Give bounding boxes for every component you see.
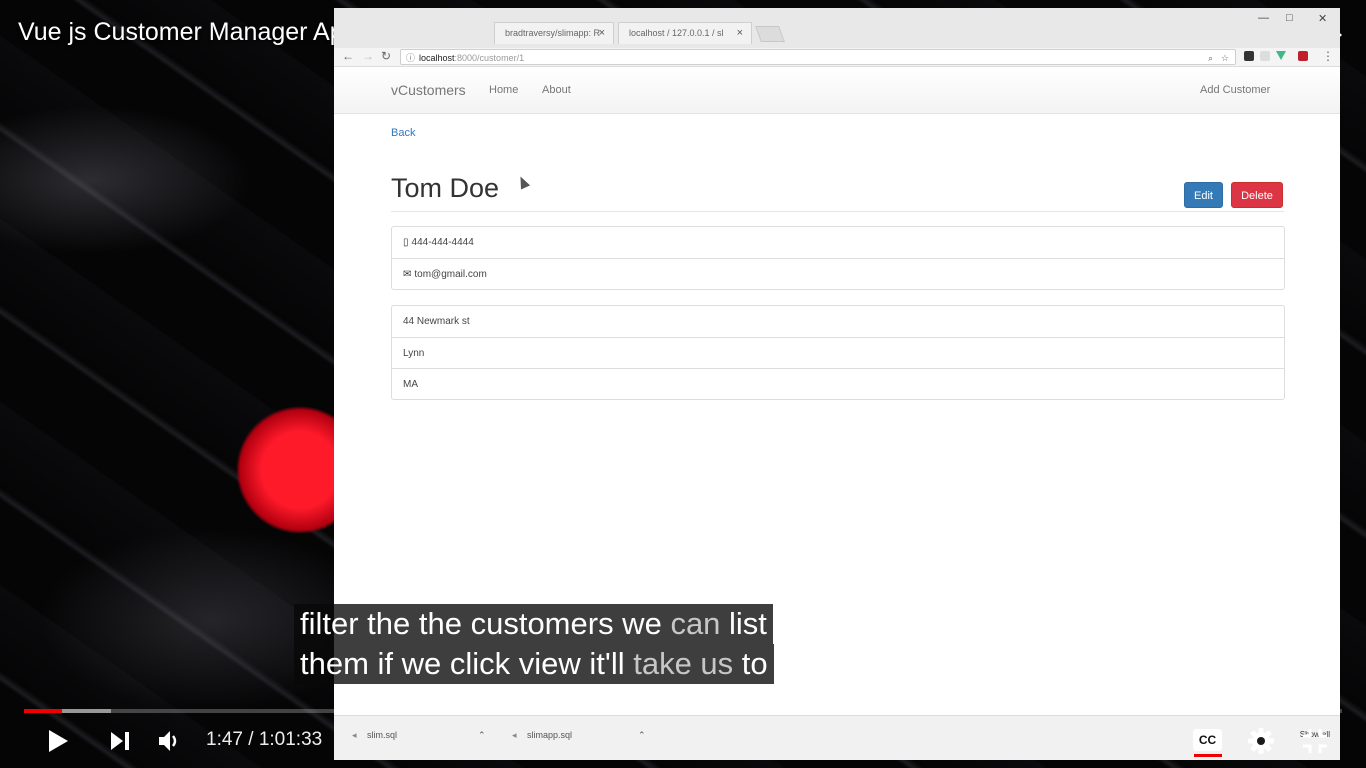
customer-phone: 444-444-4444: [411, 237, 474, 248]
customer-address: 44 Newmark st: [403, 316, 470, 327]
back-arrow-icon[interactable]: ←: [342, 49, 354, 63]
caption-line-1: filter the the customers we can list: [294, 604, 773, 644]
mouse-cursor: [515, 174, 531, 190]
time-separator: /: [248, 729, 254, 750]
download-filename: slim.sql: [367, 730, 398, 740]
customer-email: tom@gmail.com: [414, 269, 487, 280]
download-item[interactable]: ◂ slim.sql: [352, 730, 397, 741]
cc-label: CC: [1198, 733, 1217, 747]
exit-fullscreen-icon[interactable]: [1301, 727, 1329, 755]
browser-tab-github[interactable]: bradtraversy/slimapp: R ×: [494, 22, 614, 44]
address-list: 44 Newmark st Lynn MA: [391, 305, 1285, 400]
browser-menu-icon[interactable]: ⋮: [1322, 49, 1334, 63]
browser-tab-label: bradtraversy/slimapp: R: [505, 28, 601, 38]
nav-add-customer-link[interactable]: Add Customer: [1200, 84, 1270, 96]
list-item-state: MA: [392, 368, 1284, 399]
customer-name: Tom Doe: [391, 173, 500, 203]
caption-segment: list: [720, 606, 767, 641]
address-host: localhost: [419, 53, 455, 63]
info-icon[interactable]: ⓘ: [406, 50, 415, 66]
progress-bar[interactable]: [24, 709, 1342, 713]
close-tab-icon[interactable]: ×: [599, 27, 605, 39]
address-path: :8000/customer/1: [454, 53, 525, 63]
extension-icon[interactable]: [1260, 51, 1270, 61]
download-arrow-icon: ◂: [352, 730, 360, 740]
current-time: 1:47: [206, 729, 243, 750]
edit-button[interactable]: Edit: [1184, 182, 1223, 208]
time-display: 1:47 / 1:01:33: [206, 729, 322, 751]
nav-home-link[interactable]: Home: [489, 84, 518, 96]
extension-icon[interactable]: [1298, 51, 1308, 61]
extension-icon[interactable]: [1244, 51, 1254, 61]
closed-captions-icon[interactable]: CC: [1193, 729, 1222, 751]
caption-line-2: them if we click view it'll take us to: [294, 644, 774, 684]
download-item[interactable]: ◂ slimapp.sql: [512, 730, 572, 741]
play-icon[interactable]: [46, 728, 70, 754]
chevron-up-icon[interactable]: ⌃: [478, 730, 486, 741]
customer-city: Lynn: [403, 348, 425, 359]
captions-active-indicator: [1194, 754, 1222, 757]
browser-tab-label: localhost / 127.0.0.1 / sl: [629, 28, 724, 38]
caption-segment: filter the the customers we: [300, 606, 671, 641]
maximize-window-icon[interactable]: □: [1286, 12, 1293, 24]
vue-devtools-icon[interactable]: [1276, 51, 1286, 60]
envelope-icon: ✉: [403, 269, 412, 280]
browser-toolbar: ← → ↻ ⓘ localhost:8000/customer/1 ⌕ ☆ ⋮: [334, 48, 1340, 67]
duration: 1:01:33: [258, 729, 323, 750]
bookmark-star-icon[interactable]: ☆: [1221, 50, 1229, 66]
zoom-icon[interactable]: ⌕: [1208, 50, 1213, 66]
header-divider: [391, 211, 1284, 212]
download-filename: slimapp.sql: [527, 730, 573, 740]
browser-tabstrip: bradtraversy/slimapp: R × localhost / 12…: [334, 8, 1340, 48]
app-brand[interactable]: vCustomers: [391, 82, 466, 98]
close-tab-icon[interactable]: ×: [737, 27, 743, 39]
minimize-window-icon[interactable]: —: [1258, 12, 1269, 24]
delete-button[interactable]: Delete: [1231, 182, 1283, 208]
caption-segment: can: [670, 606, 721, 641]
app-navbar: vCustomers Home About Add Customer: [334, 67, 1340, 114]
new-tab-button[interactable]: [755, 26, 785, 42]
contact-list: ▯ 444-444-4444 ✉ tom@gmail.com: [391, 226, 1285, 290]
caption-segment: take us: [633, 646, 734, 681]
close-window-icon[interactable]: ✕: [1318, 12, 1327, 25]
address-bar[interactable]: ⓘ localhost:8000/customer/1 ⌕ ☆: [400, 49, 1236, 65]
customer-state: MA: [403, 379, 418, 390]
forward-arrow-icon[interactable]: →: [362, 49, 374, 63]
caption-segment: to: [733, 646, 768, 681]
skip-next-icon[interactable]: [108, 730, 132, 752]
reload-icon[interactable]: ↻: [381, 49, 391, 63]
download-arrow-icon: ◂: [512, 730, 520, 740]
phone-icon: ▯: [403, 237, 409, 248]
chevron-up-icon[interactable]: ⌃: [638, 730, 646, 741]
list-item-address: 44 Newmark st: [392, 306, 1284, 337]
list-item-phone: ▯ 444-444-4444: [392, 227, 1284, 258]
gear-icon[interactable]: [1247, 727, 1275, 755]
browser-tab-phpmyadmin[interactable]: localhost / 127.0.0.1 / sl ×: [618, 22, 752, 44]
list-item-email: ✉ tom@gmail.com: [392, 258, 1284, 289]
list-item-city: Lynn: [392, 337, 1284, 368]
downloads-bar: ◂ slim.sql ⌃ ◂ slimapp.sql ⌃ Show all: [334, 715, 1340, 760]
progress-played: [24, 709, 63, 713]
volume-icon[interactable]: [156, 728, 182, 754]
back-link[interactable]: Back: [391, 127, 415, 139]
nav-about-link[interactable]: About: [542, 84, 571, 96]
caption-segment: them if we click view it'll: [300, 646, 634, 681]
